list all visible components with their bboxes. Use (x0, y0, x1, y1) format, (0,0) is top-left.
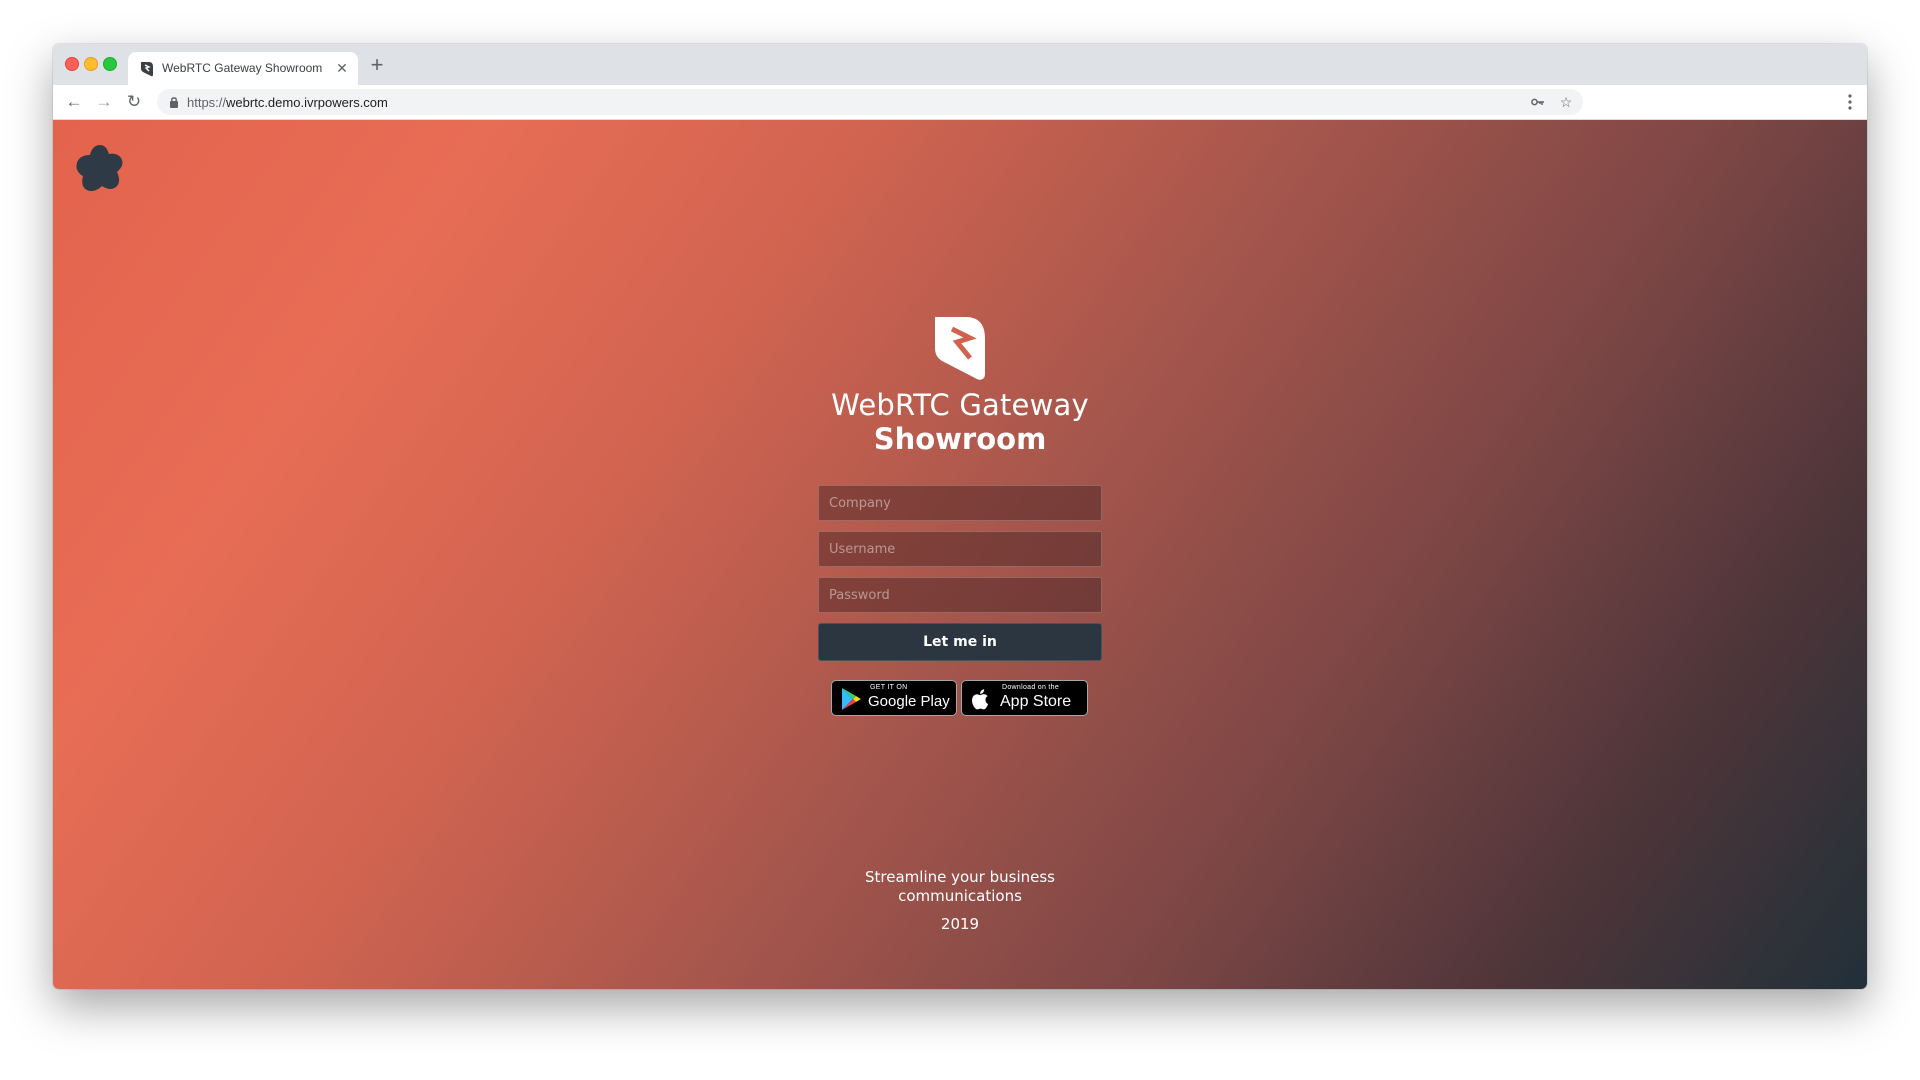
flower-logo-icon[interactable] (73, 142, 127, 196)
app-subtitle: Showroom (873, 422, 1047, 456)
maximize-window-button[interactable] (103, 57, 117, 71)
star-icon[interactable]: ☆ (1557, 93, 1575, 111)
apple-badge-caption: Download on the (1002, 684, 1060, 691)
copyright-year: 2019 (940, 915, 980, 933)
apple-badge-title: App Store (1000, 693, 1072, 710)
google-badge-title: Google Play (868, 693, 950, 710)
browser-window: WebRTC Gateway Showroom ✕ + ← → ↻ https:… (53, 44, 1867, 989)
google-play-icon (842, 688, 861, 710)
google-badge-caption: GET IT ON (870, 684, 908, 691)
more-vertical-icon[interactable] (1847, 92, 1853, 112)
browser-tab[interactable]: WebRTC Gateway Showroom ✕ (128, 52, 358, 85)
page-content: WebRTC Gateway Showroom Let me in GET IT… (53, 120, 1867, 989)
tab-strip: WebRTC Gateway Showroom ✕ + (53, 44, 1867, 85)
close-window-button[interactable] (65, 57, 79, 71)
arrow-right-icon[interactable]: → (93, 91, 115, 113)
tagline-line-1: Streamline your business (865, 868, 1055, 886)
url-text: https://webrtc.demo.ivrpowers.com (187, 95, 388, 110)
company-input[interactable] (818, 485, 1102, 521)
login-button[interactable]: Let me in (818, 623, 1102, 661)
app-store-badge[interactable]: Download on the App Store (961, 680, 1088, 716)
app-title: WebRTC Gateway (831, 388, 1089, 422)
address-bar[interactable]: https://webrtc.demo.ivrpowers.com ☆ (157, 89, 1583, 115)
close-icon[interactable]: ✕ (334, 60, 350, 76)
key-icon[interactable] (1529, 93, 1547, 111)
apple-icon (972, 689, 989, 710)
plus-icon[interactable]: + (367, 54, 387, 76)
lock-icon (170, 97, 178, 108)
google-play-badge[interactable]: GET IT ON Google Play (831, 680, 957, 716)
tagline-line-2: communications (898, 887, 1022, 905)
username-input[interactable] (818, 531, 1102, 567)
password-input[interactable] (818, 577, 1102, 613)
reload-icon[interactable]: ↻ (123, 91, 145, 113)
minimize-window-button[interactable] (84, 57, 98, 71)
arrow-left-icon[interactable]: ← (63, 91, 85, 113)
tagline: Streamline your business communications (53, 868, 1867, 906)
browser-toolbar: ← → ↻ https://webrtc.demo.ivrpowers.com … (53, 85, 1867, 120)
gateway-logo-icon (141, 62, 153, 77)
tab-title: WebRTC Gateway Showroom (162, 61, 323, 75)
gateway-logo-icon (935, 317, 985, 380)
